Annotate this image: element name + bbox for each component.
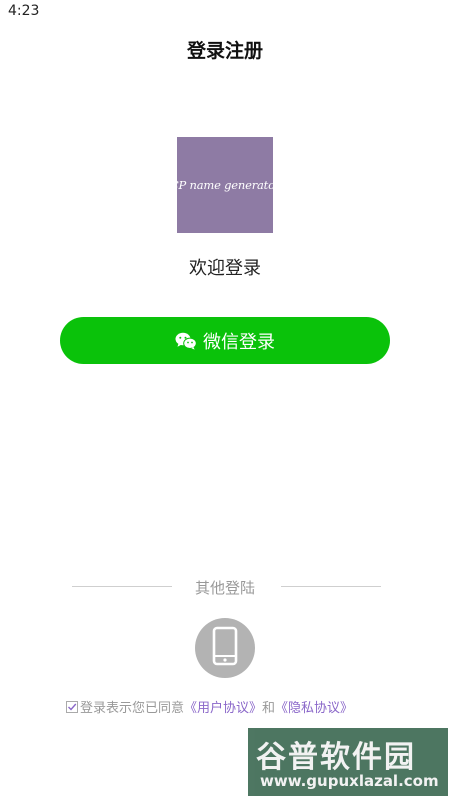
watermark-title: 谷普软件园 bbox=[256, 740, 416, 775]
other-login-label: 其他登陆 bbox=[194, 579, 255, 597]
app-logo: CP name generator bbox=[170, 137, 280, 233]
logo-text: CP name generator bbox=[169, 178, 281, 192]
welcome-text: 欢迎登录 bbox=[189, 258, 261, 279]
agreement-and: 和 bbox=[262, 701, 276, 716]
wechat-login-label: 微信登录 bbox=[203, 331, 275, 353]
agreement-checkbox[interactable] bbox=[66, 700, 78, 713]
wechat-icon bbox=[175, 332, 197, 350]
watermark: 谷普软件园 www.gupuxlazal.com bbox=[248, 728, 448, 796]
watermark-url: www.gupuxlazal.com bbox=[260, 772, 439, 790]
user-agreement-link[interactable]: 《用户协议》 bbox=[184, 697, 262, 716]
agreement: 登录表示您已同意 《用户协议》 和 《隐私协议》 bbox=[66, 697, 353, 716]
page-title: 登录注册 bbox=[186, 40, 263, 62]
phone-login-button[interactable] bbox=[195, 618, 255, 678]
agreement-prefix: 登录表示您已同意 bbox=[80, 701, 185, 716]
divider-right bbox=[281, 586, 381, 587]
phone-icon bbox=[212, 626, 238, 670]
privacy-policy-link[interactable]: 《隐私协议》 bbox=[275, 697, 353, 716]
status-time: 4:23 bbox=[8, 3, 40, 19]
wechat-login-button[interactable]: 微信登录 bbox=[60, 317, 390, 364]
